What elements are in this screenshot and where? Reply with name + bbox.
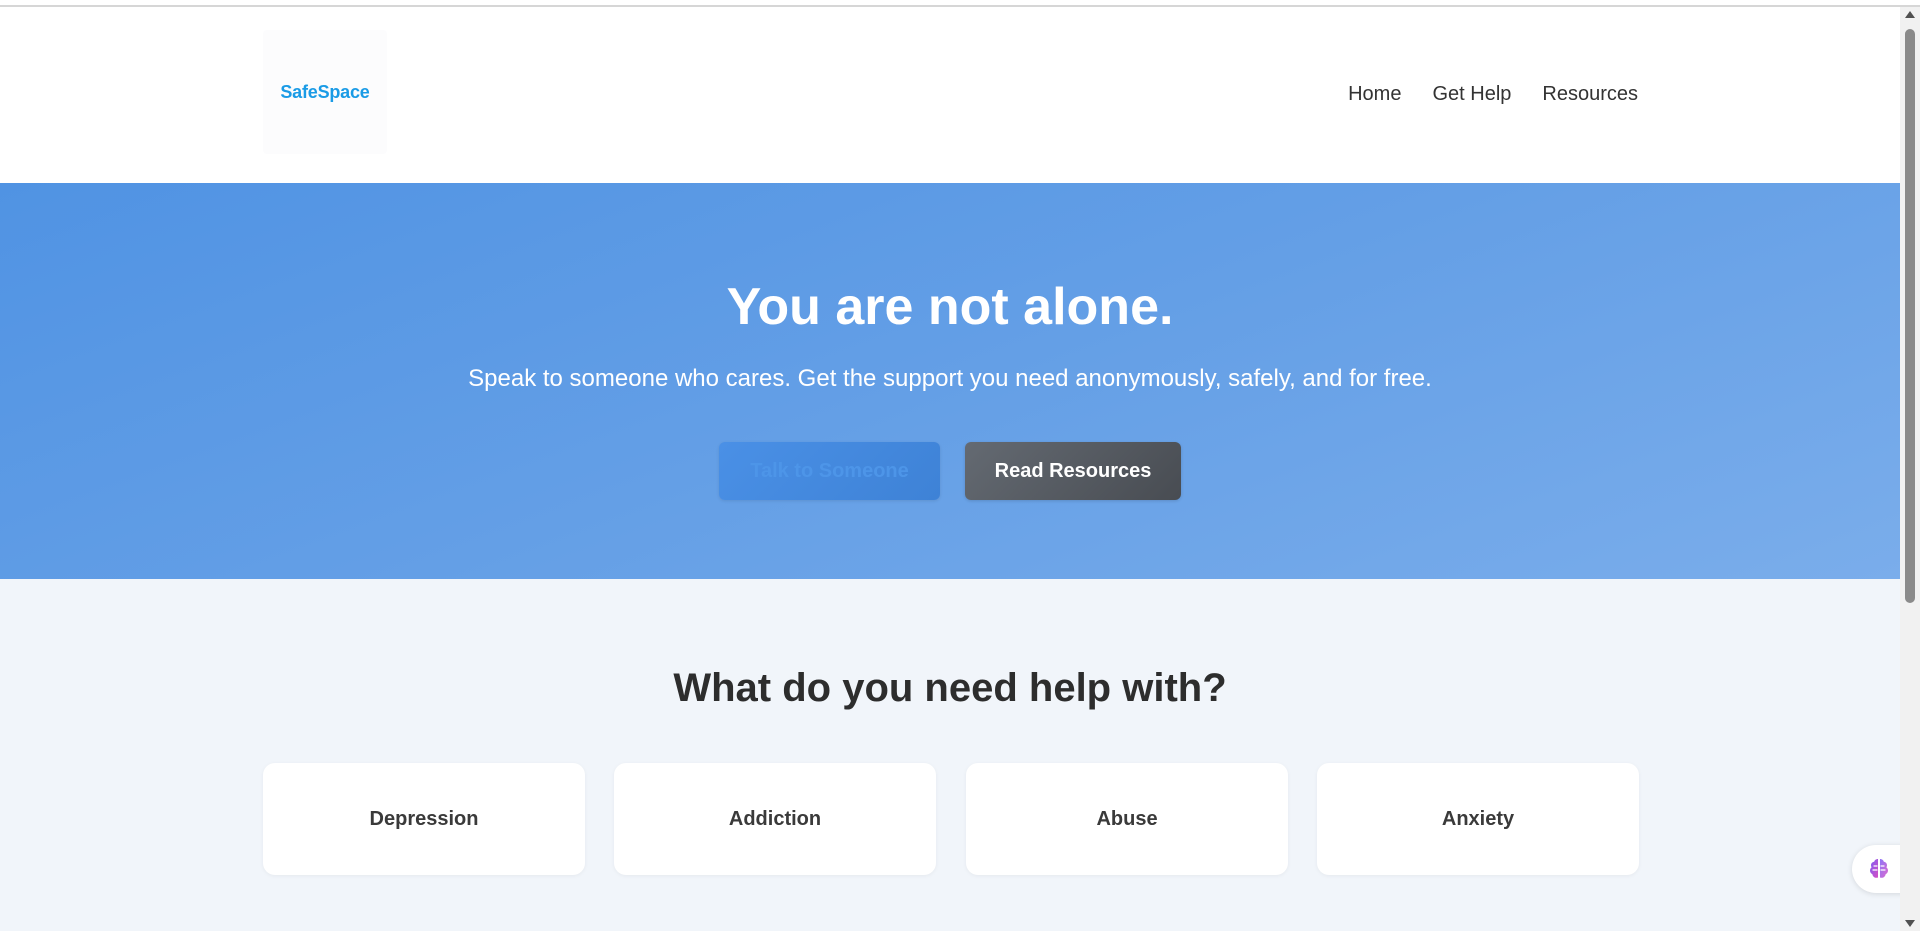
hero-subtitle: Speak to someone who cares. Get the supp… [468,365,1432,392]
logo[interactable]: SafeSpace [263,30,387,154]
nav-home-link[interactable]: Home [1348,83,1401,106]
logo-text: SafeSpace [280,81,370,102]
top-edge [0,0,1920,7]
help-section-title: What do you need help with? [673,666,1227,710]
hero-title: You are not alone. [726,278,1174,336]
scroll-up-arrow-icon[interactable] [1905,11,1915,18]
help-card-abuse[interactable]: Abuse [966,763,1288,875]
help-card-addiction[interactable]: Addiction [614,763,936,875]
talk-to-someone-button[interactable]: Talk to Someone [719,442,940,500]
help-cards: Depression Addiction Abuse Anxiety [263,763,1639,875]
vertical-scrollbar[interactable] [1900,7,1920,931]
nav-resources-link[interactable]: Resources [1542,83,1638,106]
scroll-down-arrow-icon[interactable] [1905,920,1915,927]
browser-viewport: SafeSpace Home Get Help Resources You ar… [0,0,1920,931]
help-card-depression[interactable]: Depression [263,763,585,875]
site-header: SafeSpace Home Get Help Resources [0,7,1900,183]
hero-section: You are not alone. Speak to someone who … [0,183,1900,579]
help-card-anxiety[interactable]: Anxiety [1317,763,1639,875]
read-resources-button[interactable]: Read Resources [965,442,1181,500]
nav-get-help-link[interactable]: Get Help [1432,83,1511,106]
page: SafeSpace Home Get Help Resources You ar… [0,7,1900,931]
brain-icon [1870,859,1888,878]
main-nav: Home Get Help Resources [1348,83,1638,106]
scrollbar-thumb[interactable] [1905,29,1915,603]
